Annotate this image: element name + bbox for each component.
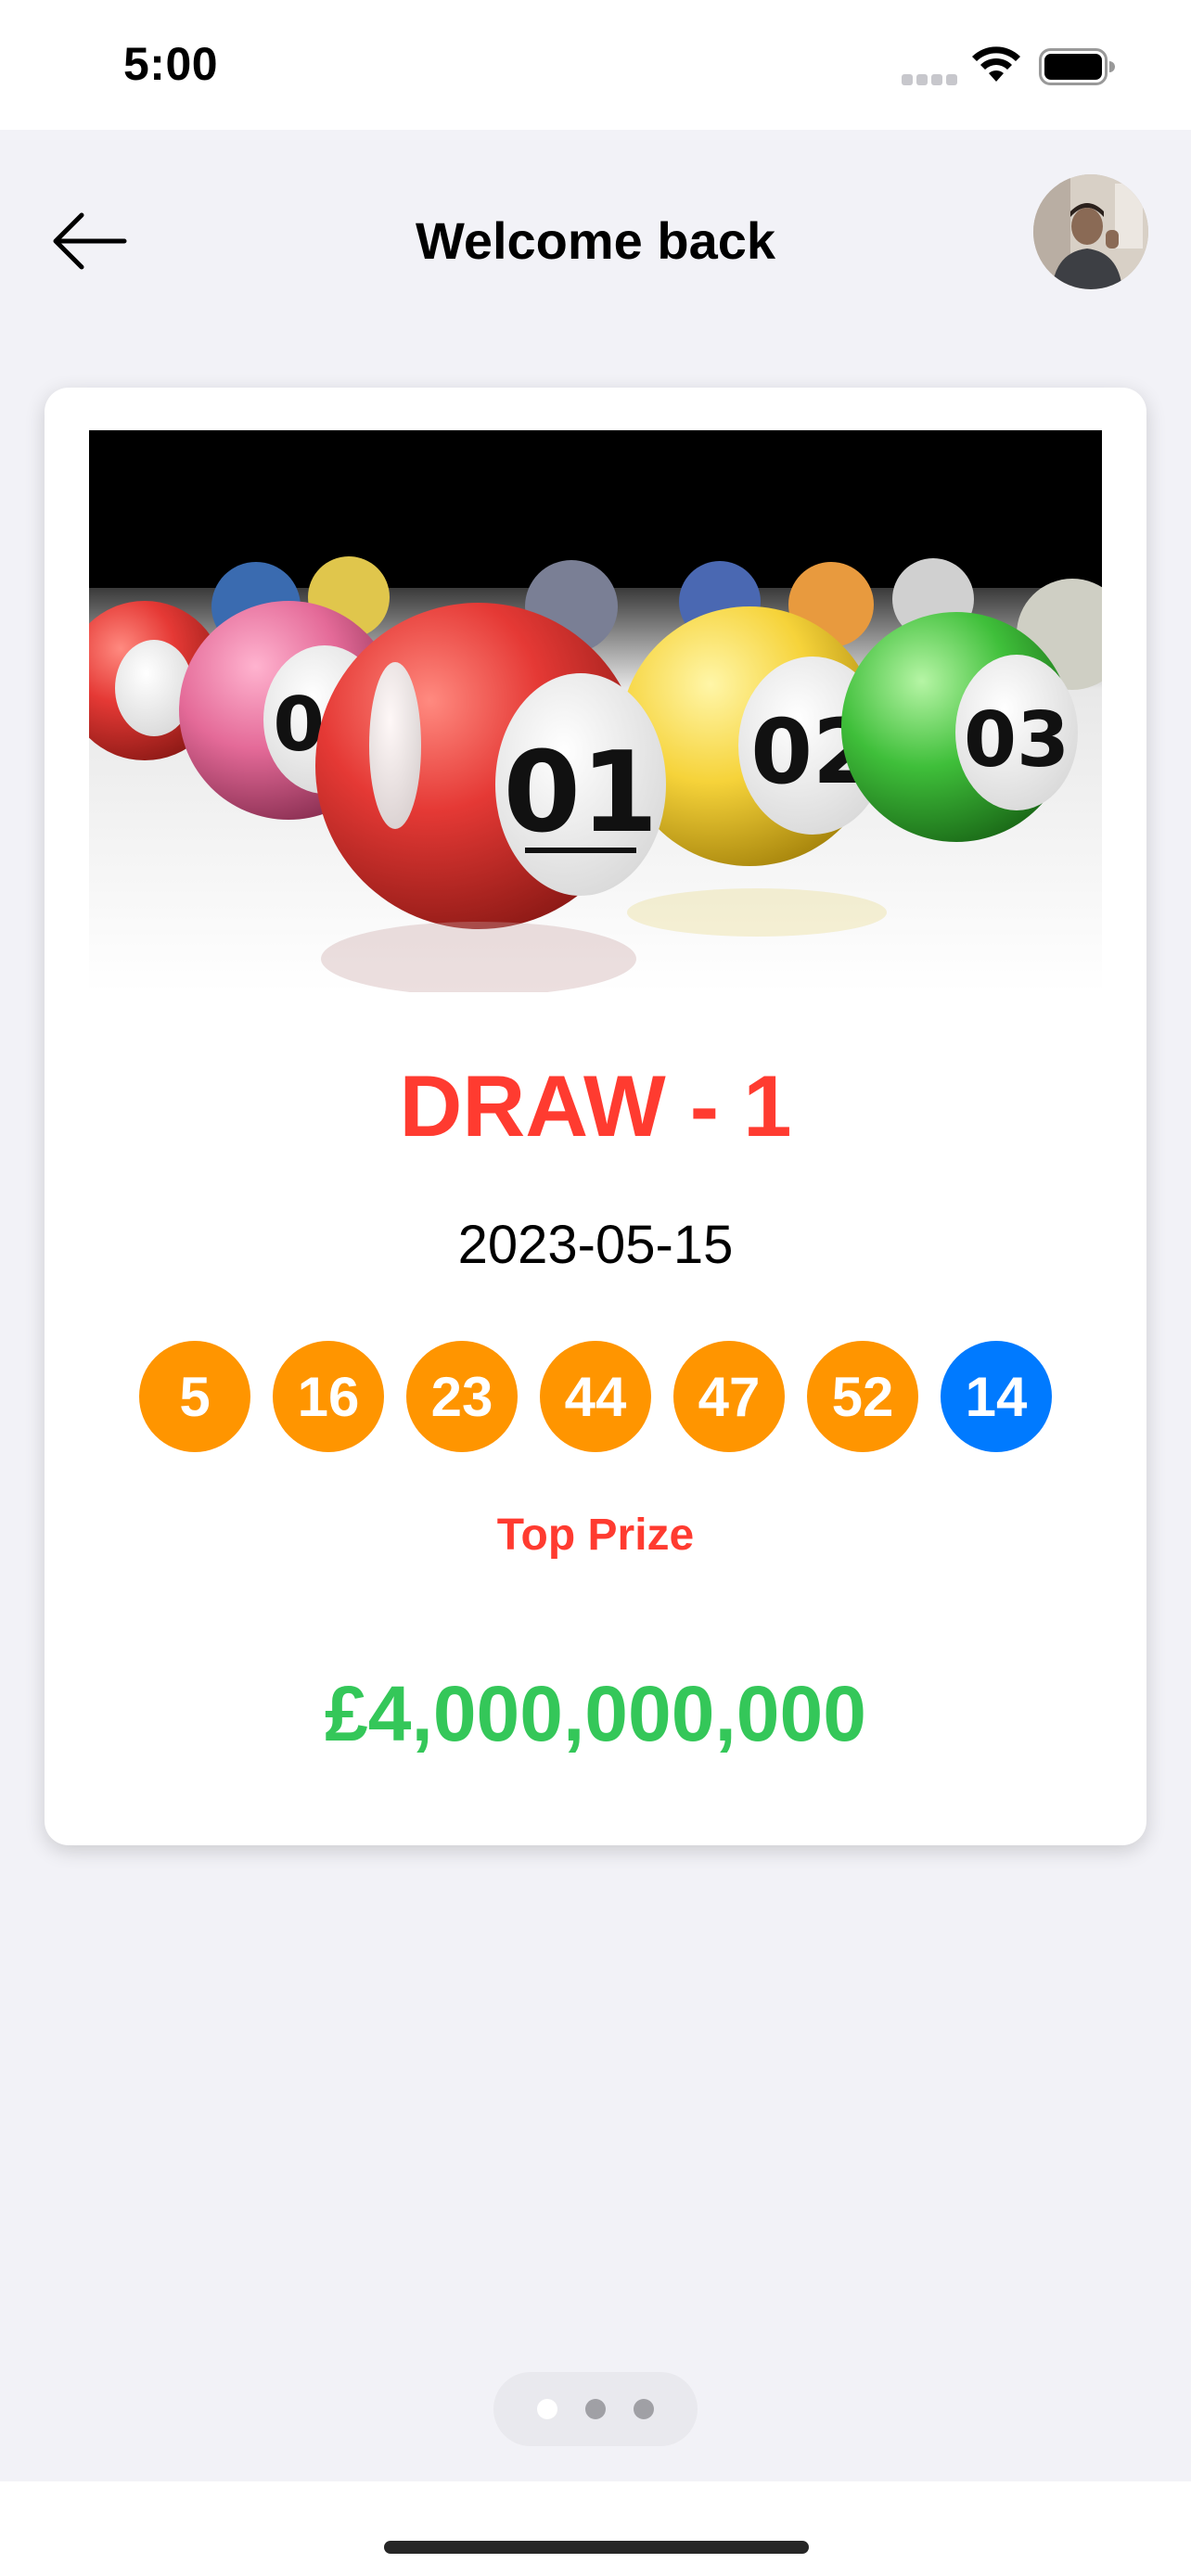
- user-avatar[interactable]: [1033, 174, 1148, 289]
- page-title: Welcome back: [415, 211, 776, 270]
- cellular-signal-icon: [902, 74, 957, 85]
- number-ball: 44: [540, 1341, 651, 1452]
- draw-title: DRAW - 1: [399, 1057, 792, 1154]
- number-ball: 47: [673, 1341, 785, 1452]
- page-dot-3[interactable]: [634, 2399, 654, 2419]
- winning-numbers: 5 16 23 44 47 52 14: [45, 1341, 1146, 1452]
- page-dot-1[interactable]: [537, 2399, 557, 2419]
- draw-date: 2023-05-15: [457, 1215, 734, 1275]
- prize-label: Top Prize: [496, 1511, 695, 1560]
- prize-amount: £4,000,000,000: [325, 1670, 866, 1757]
- svg-text:03: 03: [964, 696, 1069, 784]
- bonus-ball: 14: [941, 1341, 1052, 1452]
- lottery-balls-image: 06 02 03 01: [89, 430, 1102, 992]
- number-ball: 52: [807, 1341, 918, 1452]
- app-screen: 5:00 Welcome back 02 03 01 DRAW - 1 2023…: [0, 0, 1191, 2576]
- page-indicator[interactable]: [493, 2372, 698, 2446]
- home-indicator-area: [0, 2481, 1191, 2576]
- number-ball: 23: [406, 1341, 518, 1452]
- status-time: 5:00: [123, 38, 219, 90]
- number-ball: 16: [273, 1341, 384, 1452]
- status-bar: 5:00: [0, 0, 1191, 130]
- draw-card[interactable]: 06 02 03 01 DRAW - 1 2023-05-: [45, 388, 1146, 1845]
- battery-icon: [1039, 48, 1115, 85]
- page-dot-2[interactable]: [585, 2399, 606, 2419]
- top-nav-bar: Welcome back: [0, 130, 1191, 334]
- avatar-photo: [1033, 174, 1148, 289]
- home-indicator[interactable]: [384, 2541, 809, 2554]
- number-ball: 5: [139, 1341, 250, 1452]
- svg-text:01: 01: [504, 729, 659, 858]
- wifi-icon: [972, 46, 1020, 82]
